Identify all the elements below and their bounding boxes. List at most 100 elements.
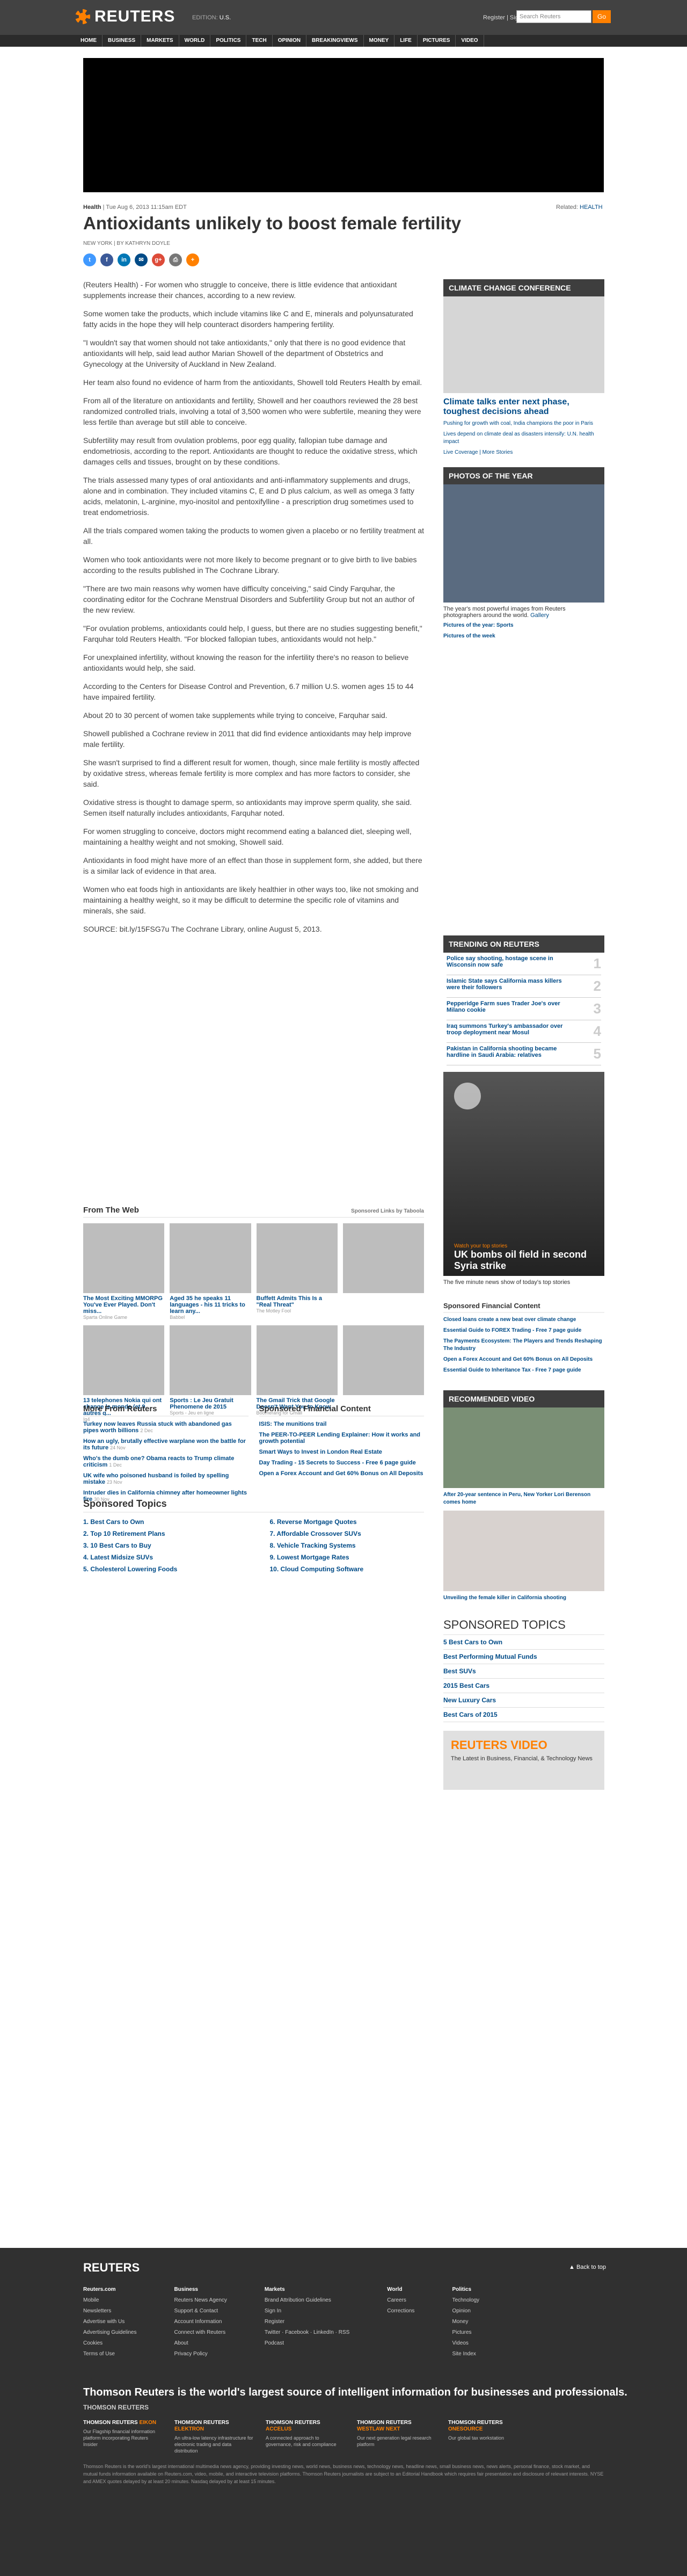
footer-logo[interactable]: REUTERS — [83, 2261, 140, 2275]
nav-item-home[interactable]: HOME — [75, 35, 103, 47]
sponsored-image[interactable] — [170, 1223, 251, 1293]
sponsored-image[interactable] — [170, 1325, 251, 1395]
sponsored-caption[interactable]: Buffett Admits This Is a "Real Threat" — [257, 1295, 338, 1308]
sponsored-link-card[interactable]: Aged 35 he speaks 11 languages - his 11 … — [170, 1223, 251, 1320]
footer-link[interactable]: Cookies — [83, 2338, 137, 2349]
trending-item[interactable]: Pakistan in California shooting became h… — [447, 1043, 601, 1065]
print-icon[interactable]: ⎙ — [169, 253, 182, 266]
nav-item-video[interactable]: VIDEO — [456, 35, 484, 47]
sponsored-image[interactable] — [256, 1325, 338, 1395]
topic-link[interactable]: 5. Cholesterol Lowering Foods — [83, 1565, 238, 1573]
rail-topic-link[interactable]: Best SUVs — [443, 1664, 604, 1679]
nav-item-life[interactable]: LIFE — [394, 35, 418, 47]
footer-link[interactable]: Newsletters — [83, 2306, 137, 2317]
nav-item-opinion[interactable]: OPINION — [273, 35, 306, 47]
twitter-icon[interactable]: t — [83, 253, 96, 266]
reuters-logo[interactable]: REUTERS — [75, 8, 175, 26]
climate-title[interactable]: Climate talks enter next phase, toughest… — [443, 397, 604, 417]
rail-topic-link[interactable]: Best Performing Mutual Funds — [443, 1650, 604, 1664]
search-button[interactable]: Go — [593, 10, 611, 23]
trending-item[interactable]: Police say shooting, hostage scene in Wi… — [447, 953, 601, 975]
financial-link[interactable]: Open a Forex Account and Get 60% Bonus o… — [259, 1470, 425, 1477]
nav-item-tech[interactable]: TECH — [246, 35, 273, 47]
recommended-image-2[interactable] — [443, 1511, 604, 1591]
footer-link[interactable]: Advertise with Us — [83, 2317, 137, 2327]
climate-link[interactable]: Lives depend on climate deal as disaster… — [443, 431, 604, 446]
recommended-title-2[interactable]: Unveiling the female killer in Californi… — [443, 1594, 604, 1602]
related-topics[interactable]: Related: HEALTH — [556, 204, 603, 211]
footer-link[interactable]: Markets — [265, 2284, 349, 2295]
topic-link[interactable]: 4. Latest Midsize SUVs — [83, 1554, 238, 1561]
footer-link[interactable]: World — [387, 2284, 414, 2295]
topic-link[interactable]: 9. Lowest Mortgage Rates — [270, 1554, 425, 1561]
photos-image[interactable] — [443, 484, 604, 603]
footer-link[interactable]: Account Information — [174, 2317, 227, 2327]
recommended-image-1[interactable] — [443, 1407, 604, 1488]
footer-link[interactable]: Terms of Use — [83, 2349, 137, 2360]
advertisement-banner[interactable] — [83, 58, 604, 192]
tr-logo[interactable]: THOMSON REUTERS — [83, 2404, 149, 2411]
nav-item-money[interactable]: MONEY — [364, 35, 395, 47]
footer-link[interactable]: Reuters.com — [83, 2284, 137, 2295]
sponsored-image[interactable] — [83, 1223, 165, 1293]
search-input[interactable]: Search Reuters — [516, 10, 591, 23]
video-title[interactable]: UK bombs oil field in second Syria strik… — [454, 1249, 594, 1272]
more-story[interactable]: Turkey now leaves Russia stuck with aban… — [83, 1421, 249, 1434]
footer-link[interactable]: Corrections — [387, 2306, 414, 2317]
back-to-top-link[interactable]: ▲ Back to top — [569, 2264, 606, 2270]
tr-product[interactable]: THOMSON REUTERS ONESOURCE Our global tax … — [448, 2420, 529, 2454]
rail-sponsored-link[interactable]: Essential Guide to Inheritance Tax - Fre… — [443, 1367, 604, 1374]
trending-item[interactable]: Iraq summons Turkey's ambassador over tr… — [447, 1020, 601, 1043]
sponsored-link-card[interactable] — [342, 1223, 424, 1320]
financial-link[interactable]: Smart Ways to Invest in London Real Esta… — [259, 1449, 425, 1455]
footer-link[interactable]: Mobile — [83, 2295, 137, 2306]
footer-link[interactable]: Reuters News Agency — [174, 2295, 227, 2306]
footer-link[interactable]: Site Index — [452, 2349, 479, 2360]
topic-link[interactable]: 8. Vehicle Tracking Systems — [270, 1542, 425, 1549]
google-plus-icon[interactable]: g+ — [152, 253, 165, 266]
nav-item-breakingviews[interactable]: BREAKINGVIEWS — [306, 35, 364, 47]
rail-topic-link[interactable]: New Luxury Cars — [443, 1693, 604, 1708]
nav-item-pictures[interactable]: PICTURES — [418, 35, 456, 47]
footer-link[interactable]: Business — [174, 2284, 227, 2295]
footer-link[interactable]: About — [174, 2338, 227, 2349]
video-player[interactable]: Watch your top stories UK bombs oil fiel… — [443, 1072, 604, 1276]
topic-link[interactable]: 6. Reverse Mortgage Quotes — [270, 1518, 425, 1526]
topic-link[interactable]: 3. 10 Best Cars to Buy — [83, 1542, 238, 1549]
linkedin-icon[interactable]: in — [118, 253, 130, 266]
topic-link[interactable]: 2. Top 10 Retirement Plans — [83, 1530, 238, 1537]
climate-image[interactable] — [443, 296, 604, 393]
nav-item-world[interactable]: WORLD — [179, 35, 211, 47]
more-story[interactable]: UK wife who poisoned husband is foiled b… — [83, 1472, 249, 1485]
email-icon[interactable]: ✉ — [135, 253, 148, 266]
footer-link[interactable]: Register — [265, 2317, 349, 2327]
sponsored-caption[interactable]: Aged 35 he speaks 11 languages - his 11 … — [170, 1295, 251, 1315]
rail-topic-link[interactable]: 2015 Best Cars — [443, 1679, 604, 1693]
tr-product[interactable]: THOMSON REUTERS ELEKTRON An ultra-low lat… — [174, 2420, 255, 2454]
recommended-title-1[interactable]: After 20-year sentence in Peru, New York… — [443, 1491, 604, 1506]
rail-topic-link[interactable]: Best Cars of 2015 — [443, 1708, 604, 1722]
rail-sponsored-link[interactable]: The Payments Ecosystem: The Players and … — [443, 1338, 604, 1353]
more-share-icon[interactable]: + — [186, 253, 199, 266]
footer-link[interactable]: Connect with Reuters — [174, 2327, 227, 2338]
rail-topic-link[interactable]: 5 Best Cars to Own — [443, 1635, 604, 1650]
footer-link[interactable]: Podcast — [265, 2338, 349, 2349]
footer-link[interactable]: Twitter · Facebook · LinkedIn · RSS — [265, 2327, 349, 2338]
edition-selector[interactable]: EDITION: U.S. — [192, 14, 231, 21]
gallery-link[interactable]: Gallery — [530, 612, 549, 619]
rail-sponsored-link[interactable]: Open a Forex Account and Get 60% Bonus o… — [443, 1356, 604, 1363]
financial-link[interactable]: ISIS: The munitions trail — [259, 1421, 425, 1427]
footer-link[interactable]: Money — [452, 2317, 479, 2327]
sponsored-link-card[interactable]: The Most Exciting MMORPG You've Ever Pla… — [83, 1223, 165, 1320]
footer-link[interactable]: Support & Contact — [174, 2306, 227, 2317]
tr-product[interactable]: THOMSON REUTERS ACCELUS A connected appro… — [266, 2420, 346, 2454]
nav-item-business[interactable]: BUSINESS — [103, 35, 142, 47]
sponsored-image[interactable] — [256, 1223, 338, 1293]
topic-link[interactable]: 10. Cloud Computing Software — [270, 1565, 425, 1573]
topic-link[interactable]: 7. Affordable Crossover SUVs — [270, 1530, 425, 1537]
financial-link[interactable]: Day Trading - 15 Secrets to Success - Fr… — [259, 1460, 425, 1466]
nav-item-politics[interactable]: POLITICS — [210, 35, 247, 47]
footer-link[interactable]: Privacy Policy — [174, 2349, 227, 2360]
photos-link[interactable]: Pictures of the week — [443, 633, 604, 640]
topic-link[interactable]: 1. Best Cars to Own — [83, 1518, 238, 1526]
